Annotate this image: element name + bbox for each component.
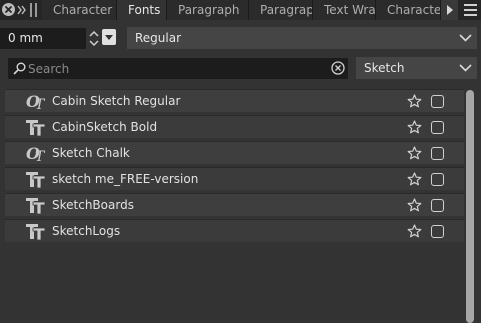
tab-fonts[interactable]: Fonts (117, 0, 167, 20)
tab-text-wrap[interactable]: Text Wra (313, 0, 376, 20)
tab-character[interactable]: Character (42, 0, 117, 20)
font-name: SketchBoards (52, 198, 134, 212)
tab-character-2[interactable]: Characte (376, 0, 441, 20)
font-filter-value: Sketch (364, 61, 405, 75)
search-box (8, 58, 348, 79)
svg-text:T: T (35, 97, 46, 110)
triangle-right-icon (447, 5, 453, 15)
opentype-font-icon: OT (26, 144, 48, 165)
tab-label: Characte (387, 3, 441, 17)
tab-label: Paragraph (178, 3, 240, 17)
clear-search-icon[interactable] (331, 61, 345, 75)
font-name: SketchLogs (52, 224, 121, 238)
truetype-font-icon (26, 171, 48, 189)
font-checkbox[interactable] (431, 121, 444, 134)
font-checkbox[interactable] (431, 95, 444, 108)
tab-label: Paragrap (260, 3, 313, 17)
svg-text:T: T (35, 149, 46, 162)
unit-dropdown-button[interactable] (102, 29, 116, 45)
font-row[interactable]: SketchBoards (5, 193, 464, 216)
tab-label: Text Wra (324, 3, 376, 17)
font-checkbox[interactable] (431, 173, 444, 186)
star-icon[interactable] (407, 172, 422, 189)
chevron-down-icon (459, 64, 472, 72)
star-icon[interactable] (407, 146, 422, 163)
font-list: O T Cabin Sketch Regular CabinSketch Bold O T… (5, 89, 464, 323)
star-icon[interactable] (407, 198, 422, 215)
truetype-font-icon (26, 223, 48, 241)
tab-label: Fonts (128, 3, 161, 17)
panel-controls (0, 0, 42, 20)
tab-bar: Character Fonts Paragraph Paragrap Text … (0, 0, 481, 20)
more-tabs-button[interactable] (441, 0, 458, 20)
font-style-value: Regular (135, 31, 182, 45)
truetype-font-icon (26, 119, 48, 137)
double-chevron-right-icon[interactable] (16, 1, 28, 19)
tab-paragraph-2[interactable]: Paragrap (249, 0, 313, 20)
font-checkbox[interactable] (431, 147, 444, 160)
search-icon (13, 62, 26, 75)
search-input[interactable] (28, 58, 328, 79)
font-row[interactable]: O T Cabin Sketch Regular (5, 89, 464, 113)
tab-label: Character (53, 3, 113, 17)
font-name: CabinSketch Bold (52, 120, 158, 134)
font-checkbox[interactable] (431, 225, 444, 238)
font-row[interactable]: O T Sketch Chalk (5, 141, 464, 165)
truetype-font-icon (26, 197, 48, 215)
font-name: Sketch Chalk (52, 146, 130, 160)
triangle-down-icon (105, 35, 113, 40)
size-stepper[interactable] (88, 28, 100, 49)
font-filter-select[interactable]: Sketch (356, 57, 477, 79)
close-circle-icon[interactable] (2, 3, 15, 16)
size-field[interactable]: 0 mm (0, 28, 86, 49)
font-row[interactable]: CabinSketch Bold (5, 115, 464, 138)
font-name: sketch me_FREE-version (52, 172, 199, 186)
font-checkbox[interactable] (431, 199, 444, 212)
tab-paragraph[interactable]: Paragraph (167, 0, 249, 20)
font-style-select[interactable]: Regular (127, 27, 477, 49)
opentype-font-icon: OT (26, 92, 48, 113)
star-icon[interactable] (407, 120, 422, 137)
stepper-arrows-icon (89, 30, 99, 47)
star-icon[interactable] (407, 224, 422, 241)
scrollbar[interactable] (466, 90, 474, 323)
font-name: Cabin Sketch Regular (52, 94, 181, 108)
star-icon[interactable] (407, 94, 422, 111)
font-row[interactable]: SketchLogs (5, 219, 464, 242)
chevron-down-icon (459, 34, 472, 42)
hamburger-menu-icon[interactable] (460, 0, 481, 20)
size-value: 0 mm (8, 31, 43, 45)
font-row[interactable]: sketch me_FREE-version (5, 167, 464, 190)
grip-icon[interactable] (30, 3, 38, 17)
